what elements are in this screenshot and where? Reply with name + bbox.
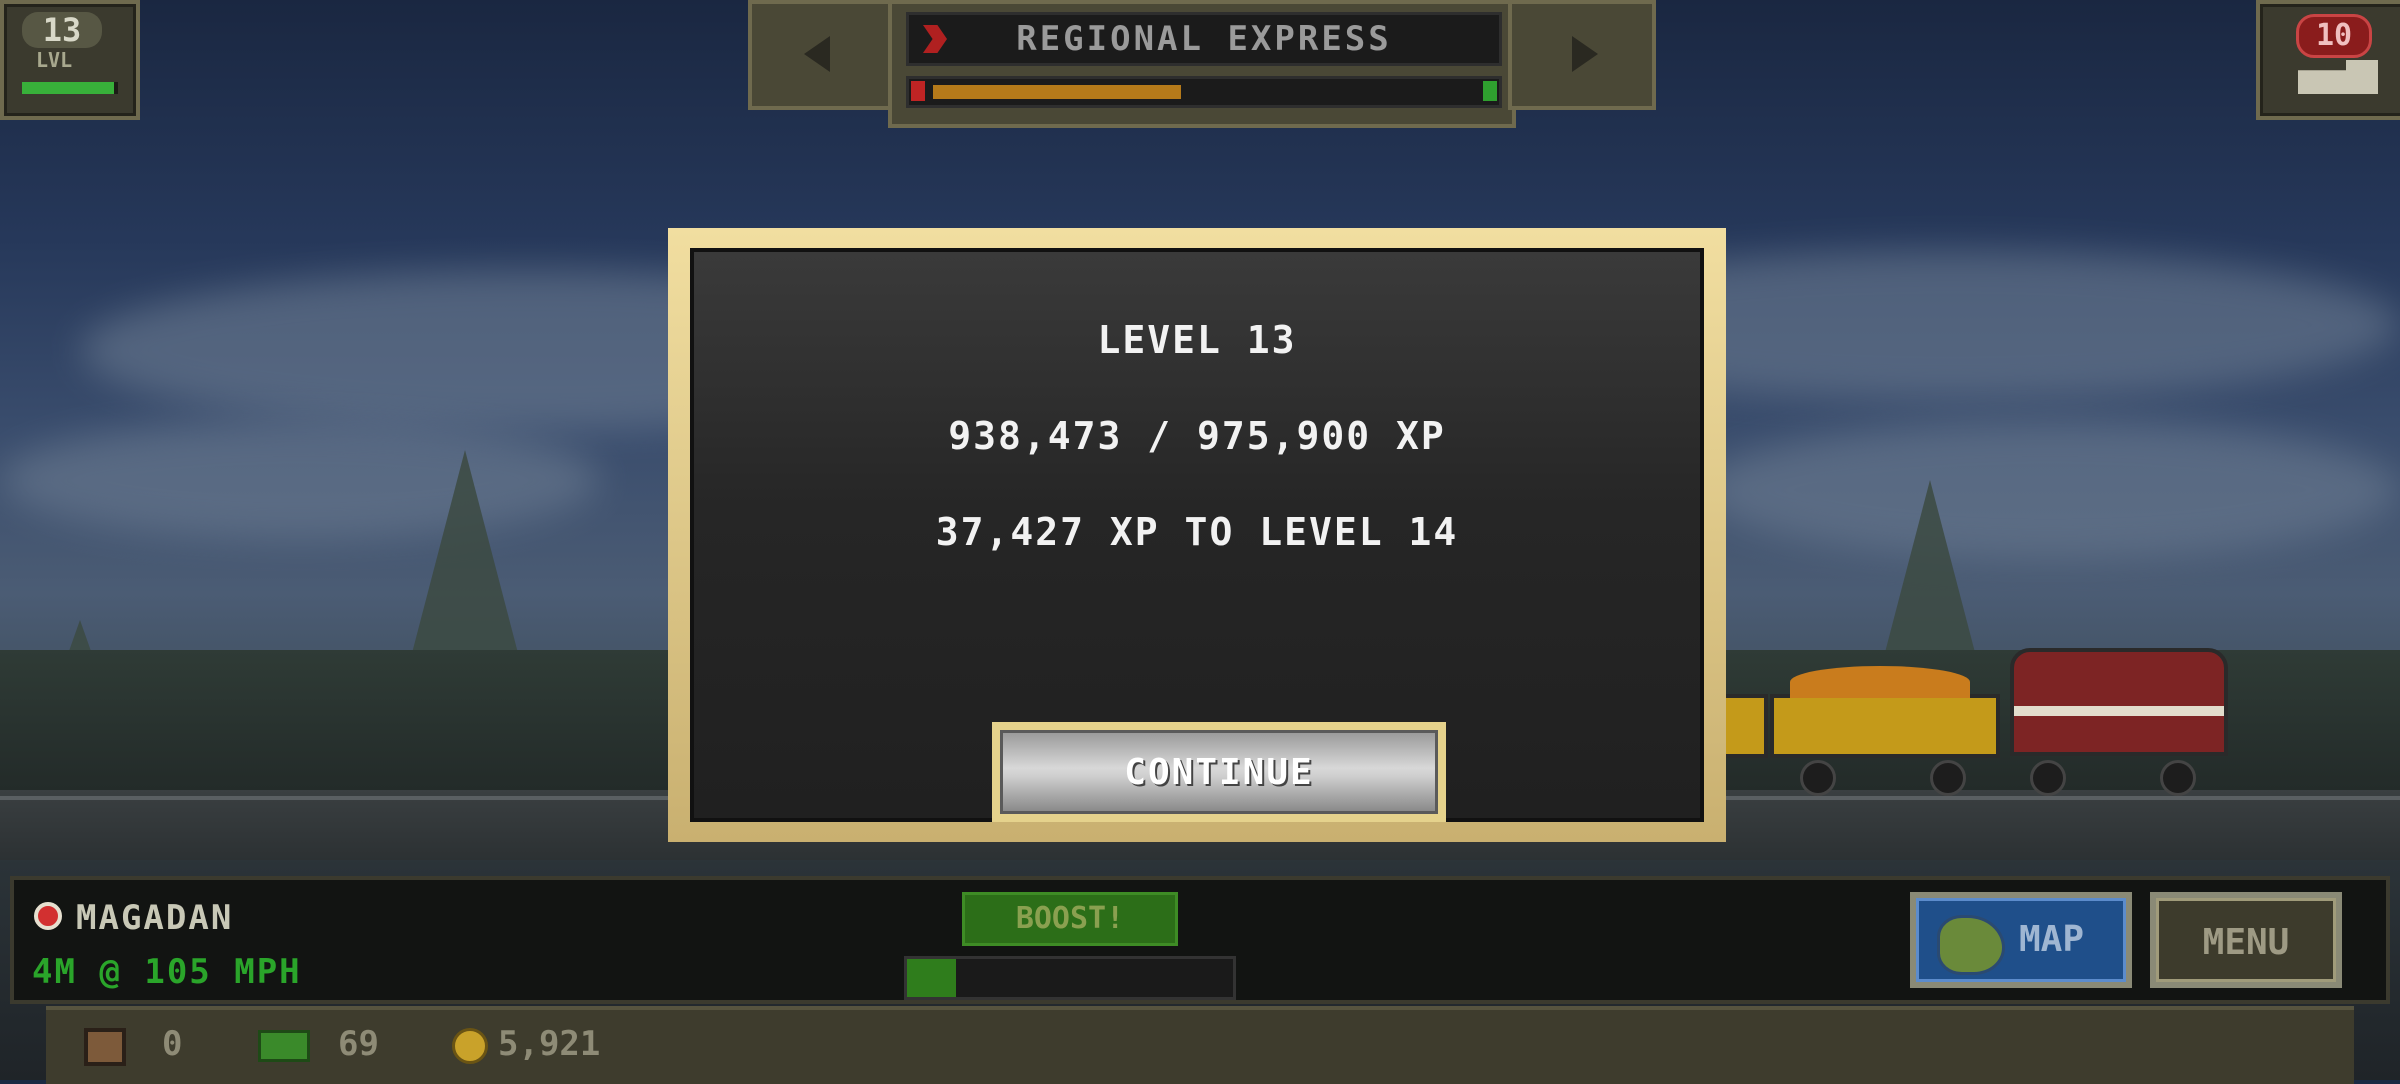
fuel-bar [906,76,1502,108]
resources-bar: 0 69 5,921 [46,1006,2354,1084]
menu-label: MENU [2156,898,2336,982]
continue-button[interactable]: CONTINUE [992,722,1446,822]
wheel [2160,760,2196,796]
map-icon [1937,915,2005,975]
level-dialog-body: LEVEL 13 938,473 / 975,900 XP 37,427 XP … [690,248,1704,822]
level-label: LVL [36,48,73,72]
pine-tree [405,450,525,680]
map-label: MAP [2019,919,2085,960]
route-flag-icon [923,25,947,53]
arrow-left-icon [804,36,830,72]
level-progress-bar [22,82,118,94]
station-marker-icon [34,902,62,930]
route-name: REGIONAL EXPRESS [1016,19,1392,59]
boost-meter [904,956,1236,1000]
coin-icon [452,1028,488,1064]
train-icon [2298,60,2378,94]
trains-badge[interactable]: 10 [2256,0,2400,120]
wheel [2030,760,2066,796]
level-title: LEVEL 13 [1097,318,1297,362]
level-dialog: LEVEL 13 938,473 / 975,900 XP 37,427 XP … [668,228,1726,842]
route-name-box: REGIONAL EXPRESS [906,12,1502,66]
locomotive [2010,648,2228,756]
menu-button[interactable]: MENU [2150,892,2342,988]
boost-button[interactable]: BOOST! [962,892,1178,946]
hopper-car [1770,694,2000,758]
arrow-right-icon [1572,36,1598,72]
level-number: 13 [22,12,102,48]
boost-meter-fill [907,959,956,997]
level-progress-fill [22,82,115,94]
route-panel: REGIONAL EXPRESS [888,0,1516,128]
status-bar: MAGADAN 4M @ 105 MPH BOOST! MAP MENU [10,876,2390,1004]
route-selector: REGIONAL EXPRESS [748,0,1656,128]
cash-count: 69 [338,1024,379,1064]
cloud [1700,420,2400,560]
map-button[interactable]: MAP [1910,892,2132,988]
crate-icon [84,1028,126,1066]
empty-indicator-icon [911,81,925,101]
coins-count: 5,921 [498,1024,601,1064]
fuel-fill [933,85,1182,99]
next-route-button[interactable] [1508,0,1656,110]
wheel [1930,760,1966,796]
crates-count: 0 [162,1024,183,1064]
xp-progress-text: 938,473 / 975,900 XP [948,414,1446,458]
full-indicator-icon [1483,81,1497,101]
prev-route-button[interactable] [748,0,896,110]
continue-label: CONTINUE [1000,730,1438,814]
xp-remaining-text: 37,427 XP TO LEVEL 14 [935,510,1459,554]
cash-icon [258,1030,310,1062]
station-name: MAGADAN [76,898,234,938]
level-badge[interactable]: 13 LVL [0,0,140,120]
trains-count: 10 [2296,14,2372,58]
ore-load [1790,666,1970,698]
speed-readout: 4M @ 105 MPH [32,952,302,992]
hopper-car [1720,694,1768,758]
wheel [1800,760,1836,796]
